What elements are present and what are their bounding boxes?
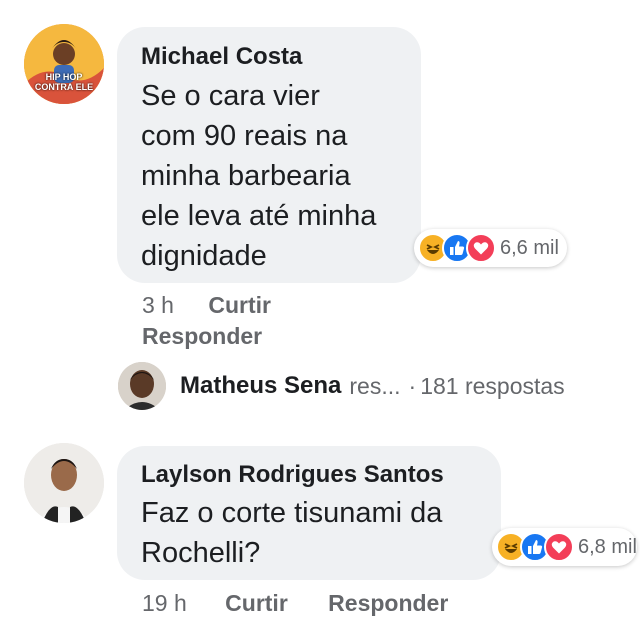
- comment-text-line: dignidade: [141, 240, 267, 272]
- avatar-illustration: [24, 24, 104, 104]
- comment-time[interactable]: 19 h: [142, 590, 187, 616]
- like-button[interactable]: Curtir: [225, 590, 288, 616]
- avatar-laylson[interactable]: [24, 443, 104, 523]
- comment-text: Se o cara vier com 90 reais na minha bar…: [141, 76, 376, 276]
- reaction-count: 6,6 mil: [500, 236, 559, 259]
- comment-text-line: Faz o corte tisunami da: [141, 497, 443, 529]
- comment-text-line: Rochelli?: [141, 537, 261, 569]
- reply-button[interactable]: Responder: [142, 323, 262, 349]
- comment-author[interactable]: Laylson Rodrigues Santos: [141, 461, 444, 489]
- avatar-caption-line1: HIP HOP: [45, 72, 83, 82]
- reactions-summary[interactable]: 6,6 mil: [414, 229, 567, 267]
- reply-preview[interactable]: Matheus Sena res... · 181 respostas: [118, 362, 565, 410]
- comment-author[interactable]: Michael Costa: [141, 43, 302, 71]
- avatar-matheus-sena: [118, 362, 166, 410]
- comment-text-line: Se o cara vier: [141, 80, 320, 112]
- reactions-summary[interactable]: 6,8 mil: [492, 528, 637, 566]
- comment-time[interactable]: 3 h: [142, 292, 174, 318]
- love-icon: [466, 233, 496, 263]
- comment-text-line: ele leva até minha: [141, 200, 377, 232]
- comment-meta-reply: Responder: [142, 323, 262, 350]
- reply-button[interactable]: Responder: [328, 590, 448, 616]
- comment-meta: 19 h Curtir Responder: [142, 590, 448, 617]
- like-button[interactable]: Curtir: [208, 292, 271, 318]
- comment-text: Faz o corte tisunami da Rochelli?: [141, 493, 442, 573]
- comment-text-line: com 90 reais na: [141, 120, 348, 152]
- replies-count: 181 respostas: [420, 372, 565, 399]
- comment-meta: 3 h Curtir: [142, 292, 271, 319]
- avatar-caption-line2: CONTRA ELE: [34, 82, 94, 92]
- reply-author: Matheus Sena: [180, 372, 342, 399]
- reply-separator: ·: [408, 372, 417, 399]
- avatar-michael-costa[interactable]: HIP HOP CONTRA ELE: [24, 24, 104, 104]
- love-icon: [544, 532, 574, 562]
- reply-action-truncated: res...: [349, 372, 401, 399]
- reaction-count: 6,8 mil: [578, 535, 637, 558]
- comment-text-line: minha barbearia: [141, 160, 351, 192]
